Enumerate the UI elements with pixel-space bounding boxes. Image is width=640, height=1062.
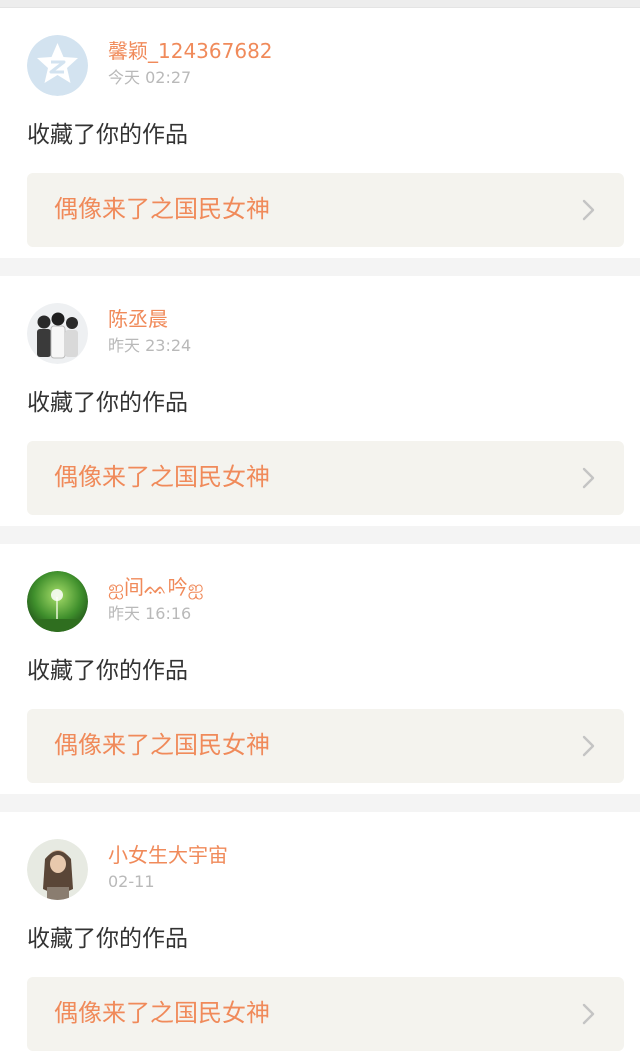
action-text: 收藏了你的作品 <box>27 926 188 952</box>
notification-card: ஐ间ᨐ吟ஐ 昨天 16:16 收藏了你的作品 偶像来了之国民女神 <box>0 544 640 794</box>
work-title: 偶像来了之国民女神 <box>54 999 270 1027</box>
chevron-right-icon <box>582 1003 595 1025</box>
action-text: 收藏了你的作品 <box>27 658 188 684</box>
dandelion-photo-avatar-icon[interactable] <box>27 571 88 632</box>
top-divider <box>0 0 640 8</box>
chevron-right-icon <box>582 735 595 757</box>
work-link[interactable]: 偶像来了之国民女神 <box>27 977 624 1051</box>
notification-card: 陈丞晨 昨天 23:24 收藏了你的作品 偶像来了之国民女神 <box>0 276 640 526</box>
chevron-right-icon <box>582 467 595 489</box>
work-link[interactable]: 偶像来了之国民女神 <box>27 173 624 247</box>
work-title: 偶像来了之国民女神 <box>54 731 270 759</box>
timestamp: 昨天 16:16 <box>108 604 192 623</box>
notification-card: 馨颖_124367682 今天 02:27 收藏了你的作品 偶像来了之国民女神 <box>0 8 640 258</box>
work-title: 偶像来了之国民女神 <box>54 195 270 223</box>
timestamp: 今天 02:27 <box>108 68 192 87</box>
notification-card: 小女生大宇宙 02-11 收藏了你的作品 偶像来了之国民女神 <box>0 812 640 1062</box>
timestamp: 昨天 23:24 <box>108 336 192 355</box>
chevron-right-icon <box>582 199 595 221</box>
default-star-avatar-icon[interactable] <box>27 35 88 96</box>
username-link[interactable]: 小女生大宇宙 <box>108 843 228 867</box>
work-title: 偶像来了之国民女神 <box>54 463 270 491</box>
username-link[interactable]: ஐ间ᨐ吟ஐ <box>108 575 204 599</box>
work-link[interactable]: 偶像来了之国民女神 <box>27 441 624 515</box>
username-link[interactable]: 陈丞晨 <box>108 307 168 331</box>
girl-photo-avatar-icon[interactable] <box>27 839 88 900</box>
group-photo-avatar-icon[interactable] <box>27 303 88 364</box>
timestamp: 02-11 <box>108 872 155 891</box>
action-text: 收藏了你的作品 <box>27 390 188 416</box>
username-link[interactable]: 馨颖_124367682 <box>108 39 273 63</box>
action-text: 收藏了你的作品 <box>27 122 188 148</box>
work-link[interactable]: 偶像来了之国民女神 <box>27 709 624 783</box>
